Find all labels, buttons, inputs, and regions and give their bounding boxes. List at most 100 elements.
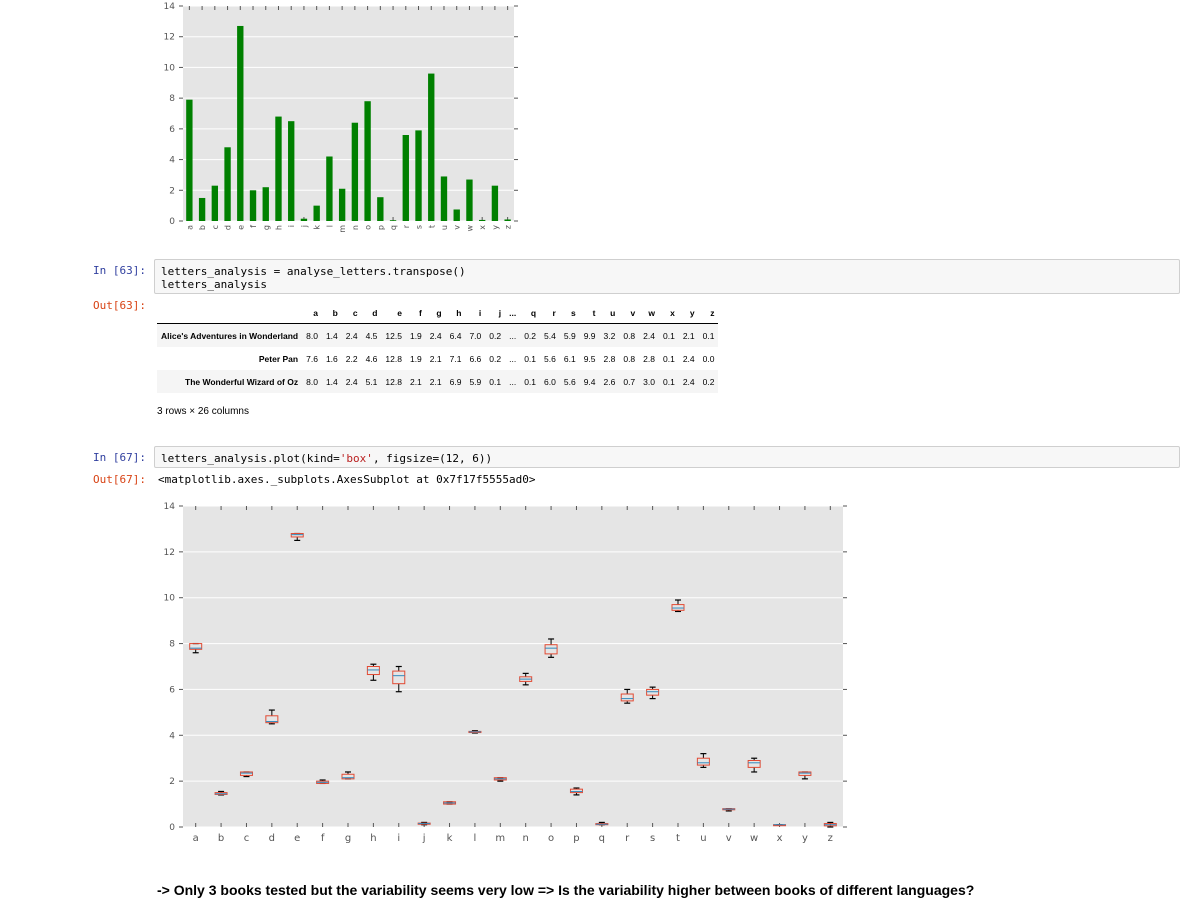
table-cell: 0.8 xyxy=(623,353,636,364)
y-tick-label: 12 xyxy=(164,548,175,558)
bar xyxy=(237,25,244,222)
x-tick-label: t xyxy=(427,225,436,228)
column-header: a xyxy=(302,302,322,324)
bar xyxy=(364,101,371,221)
y-tick-label: 6 xyxy=(169,125,175,135)
x-tick-label: r xyxy=(402,224,411,228)
y-tick-label: 6 xyxy=(169,685,175,695)
column-header: s xyxy=(559,302,580,324)
bar xyxy=(402,135,409,221)
x-tick-label: v xyxy=(726,833,732,844)
column-header: r xyxy=(540,302,560,324)
table-cell: 0.1 xyxy=(663,353,675,364)
bar xyxy=(504,219,511,221)
x-tick-label: x xyxy=(478,225,487,230)
table-cell: 1.9 xyxy=(409,330,422,341)
table-cell: 5.4 xyxy=(544,330,556,341)
code-cell-input[interactable]: letters_analysis = analyse_letters.trans… xyxy=(154,259,1180,294)
x-tick-label: f xyxy=(321,833,325,844)
table-cell: 2.2 xyxy=(345,353,358,364)
table-cell: 0.1 xyxy=(524,376,537,387)
x-tick-label: r xyxy=(625,833,630,844)
table-cell: 7.6 xyxy=(306,353,318,364)
markdown-note: -> Only 3 books tested but the variabili… xyxy=(157,882,975,898)
code-cell-input[interactable]: letters_analysis.plot(kind='box', figsiz… xyxy=(154,446,1180,468)
bar xyxy=(338,188,346,221)
row-label: Alice's Adventures in Wonderland xyxy=(161,330,299,341)
table-cell: 0.2 xyxy=(702,376,715,387)
table-cell: 9.4 xyxy=(583,376,596,387)
x-tick-label: q xyxy=(599,833,605,844)
y-tick-label: 14 xyxy=(164,502,176,512)
x-tick-label: y xyxy=(802,833,808,844)
table-cell: 1.6 xyxy=(325,353,338,364)
table-cell: 0.1 xyxy=(702,330,715,341)
bar xyxy=(249,190,257,221)
x-tick-label: j xyxy=(422,833,426,844)
table-corner-cell xyxy=(157,302,303,324)
x-tick-label: j xyxy=(300,225,309,228)
table-cell: 7.1 xyxy=(449,353,462,364)
x-tick-label: a xyxy=(193,833,199,844)
x-tick-label: h xyxy=(274,225,283,230)
y-tick-label: 4 xyxy=(169,156,175,166)
y-tick-label: 8 xyxy=(169,640,175,650)
table-cell: 0.1 xyxy=(663,376,675,387)
bar xyxy=(377,197,384,221)
code-line: letters_analysis.plot(kind='box', figsiz… xyxy=(161,452,1173,465)
x-tick-label: m xyxy=(338,225,347,233)
bar xyxy=(224,147,231,221)
table-cell: 12.8 xyxy=(385,353,402,364)
table-cell: 2.4 xyxy=(345,376,358,387)
table-cell: 12.5 xyxy=(385,330,402,341)
bar xyxy=(300,218,308,221)
table-cell: 6.4 xyxy=(449,330,462,341)
bar xyxy=(415,130,422,221)
row-label: Peter Pan xyxy=(258,353,299,364)
bar xyxy=(262,187,269,221)
bar xyxy=(198,197,206,221)
x-tick-label: w xyxy=(750,833,758,844)
code-string: 'box' xyxy=(339,452,373,465)
table-cell: 8.0 xyxy=(306,330,318,341)
code-line: letters_analysis = analyse_letters.trans… xyxy=(161,265,466,278)
box-plot-chart: 0 2 4 6 8 10 12 14 a b c d e f g h i j k l m n o p q r s t u v w x y z xyxy=(164,502,847,844)
table-cell: 3.2 xyxy=(603,330,616,341)
bar xyxy=(326,156,333,221)
code-text: , figsize=(12, 6)) xyxy=(372,452,493,465)
output-prompt: Out[63]: xyxy=(93,299,146,312)
table-cell: 5.1 xyxy=(365,376,378,387)
column-header: t xyxy=(579,302,600,324)
table-cell: 2.1 xyxy=(682,330,695,341)
table-cell: 6.1 xyxy=(563,353,576,364)
x-tick-label: v xyxy=(453,225,462,230)
x-tick-label: e xyxy=(236,225,245,230)
x-tick-label: o xyxy=(548,833,554,844)
x-tick-label: f xyxy=(249,225,258,228)
output-prompt: Out[67]: xyxy=(93,473,146,486)
table-cell: 1.9 xyxy=(409,353,422,364)
y-tick-label: 2 xyxy=(169,186,175,196)
y-tick-label: 14 xyxy=(164,2,176,12)
plot-area xyxy=(183,506,843,827)
x-tick-label: n xyxy=(523,833,529,844)
y-tick-label: 2 xyxy=(169,777,175,787)
bar xyxy=(478,219,486,221)
y-tick-label: 12 xyxy=(164,33,175,43)
bar xyxy=(491,185,499,221)
bar xyxy=(440,176,448,221)
table-cell: 0.2 xyxy=(489,330,502,341)
x-tick-label: c xyxy=(244,833,250,844)
column-header: d xyxy=(361,302,382,324)
column-header: h xyxy=(445,302,466,324)
x-tick-label: u xyxy=(440,225,449,230)
column-header: b xyxy=(321,302,342,324)
table-cell: 6.9 xyxy=(449,376,462,387)
table-cell: 2.4 xyxy=(682,353,695,364)
table-cell: 2.1 xyxy=(429,376,442,387)
bar xyxy=(466,179,473,221)
column-header: j xyxy=(485,302,506,324)
x-tick-label: c xyxy=(211,225,220,229)
y-tick-label: 10 xyxy=(164,63,176,73)
x-tick-label: w xyxy=(465,225,474,232)
